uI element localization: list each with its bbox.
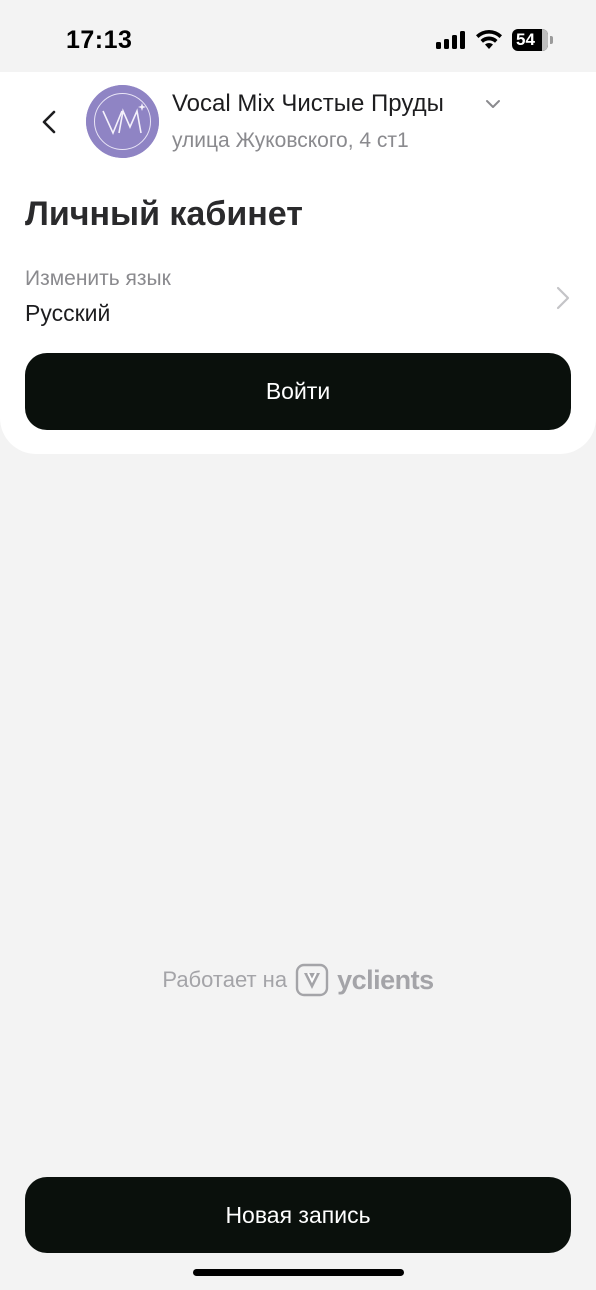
- new-booking-button[interactable]: Новая запись: [25, 1177, 571, 1253]
- salon-address: улица Жуковского, 4 ст1: [172, 129, 409, 152]
- language-value: Русский: [25, 300, 111, 326]
- status-time: 17:13: [66, 26, 133, 54]
- language-selector[interactable]: Изменить язык Русский: [0, 262, 596, 336]
- home-indicator[interactable]: [193, 1269, 404, 1276]
- back-button[interactable]: [30, 104, 70, 140]
- yclients-logo-icon: [295, 963, 329, 997]
- wifi-icon: [476, 29, 502, 49]
- language-label: Изменить язык: [25, 267, 171, 290]
- battery-cap: [550, 36, 553, 44]
- battery-indicator: 54: [512, 29, 548, 51]
- salon-logo-avatar[interactable]: [86, 85, 159, 158]
- yclients-brand: yclients: [337, 964, 434, 995]
- salon-name[interactable]: Vocal Mix Чистые Пруды: [172, 90, 444, 118]
- login-button[interactable]: Войти: [25, 353, 571, 430]
- chevron-right-icon: [556, 286, 570, 310]
- powered-by-label: Работает на: [162, 967, 288, 992]
- cellular-signal-icon: [436, 31, 466, 49]
- chevron-down-icon[interactable]: [484, 98, 502, 110]
- page-title: Личный кабинет: [25, 195, 303, 233]
- battery-level: 54: [516, 30, 535, 49]
- status-bar: 17:13 54: [0, 0, 596, 72]
- powered-by[interactable]: Работает на yclients: [0, 963, 596, 1003]
